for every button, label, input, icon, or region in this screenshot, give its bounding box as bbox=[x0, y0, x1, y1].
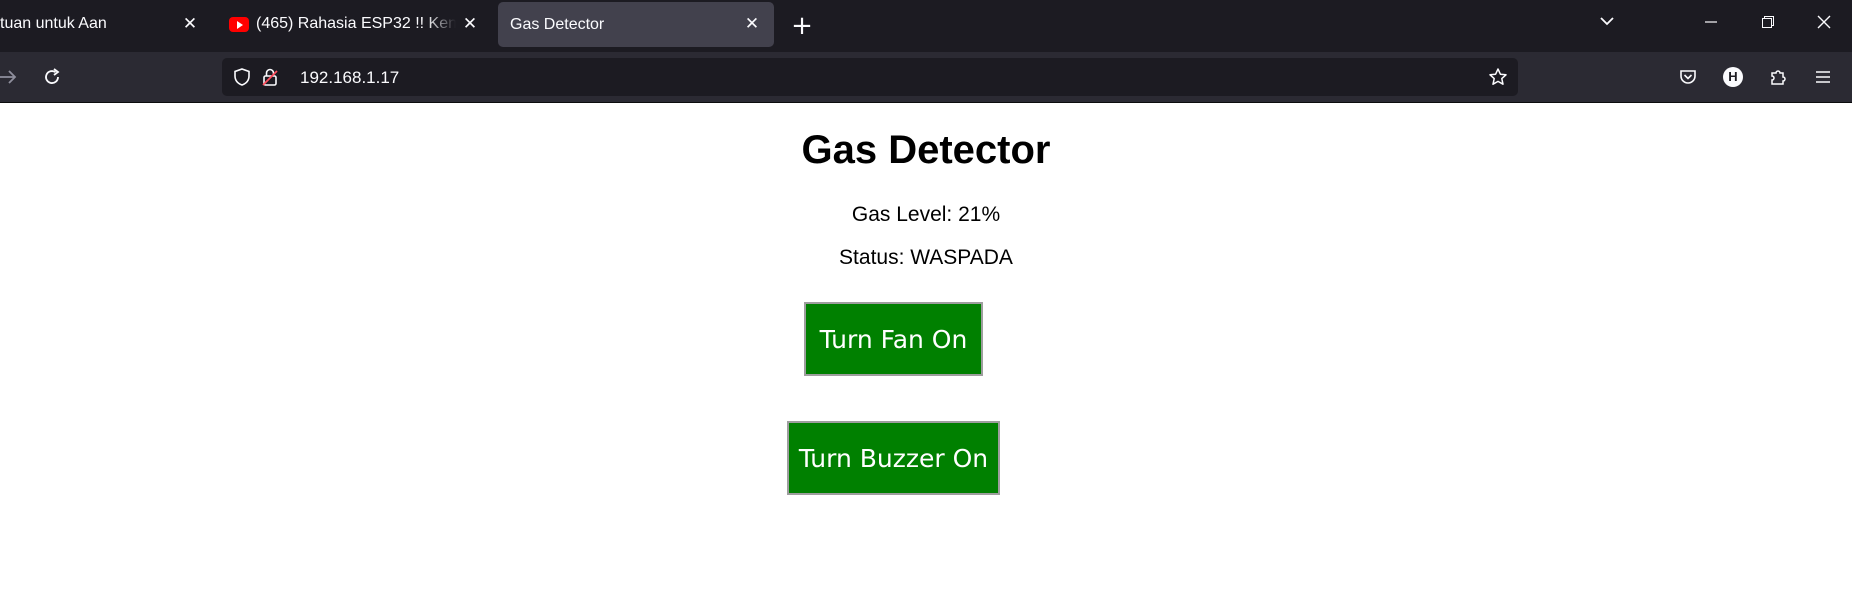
close-tab-icon[interactable]: ✕ bbox=[458, 12, 482, 36]
star-icon bbox=[1489, 68, 1507, 85]
page-content: Gas Detector Gas Level: 21% Status: WASP… bbox=[0, 103, 1852, 601]
minimize-icon bbox=[1705, 21, 1717, 23]
tab-inactive-2[interactable]: (465) Rahasia ESP32 !! Kendali LED ✕ bbox=[226, 0, 488, 48]
turn-fan-on-button[interactable]: Turn Fan On bbox=[804, 302, 983, 376]
puzzle-icon bbox=[1771, 70, 1786, 85]
tab-label: tuan untuk Aan bbox=[0, 15, 107, 32]
page-title: Gas Detector bbox=[801, 128, 1051, 172]
reload-icon[interactable] bbox=[38, 63, 66, 91]
shield-icon bbox=[234, 68, 250, 86]
tab-inactive-1[interactable]: tuan untuk Aan ✕ bbox=[0, 0, 210, 48]
minimize-window-icon[interactable] bbox=[1696, 12, 1726, 38]
close-window-icon[interactable] bbox=[1809, 12, 1839, 38]
hamburger-icon bbox=[1816, 71, 1830, 83]
restore-window-icon[interactable] bbox=[1753, 12, 1783, 38]
youtube-icon bbox=[229, 17, 249, 32]
tracking-protection-shield-icon[interactable] bbox=[228, 63, 256, 91]
close-icon bbox=[1817, 15, 1831, 29]
account-avatar-icon[interactable]: H bbox=[1719, 63, 1747, 91]
restore-icon bbox=[1762, 16, 1774, 28]
forward-arrow-icon[interactable] bbox=[0, 63, 22, 91]
avatar: H bbox=[1723, 67, 1743, 87]
close-tab-icon[interactable]: ✕ bbox=[740, 12, 764, 36]
tab-active[interactable]: Gas Detector ✕ bbox=[498, 2, 774, 47]
close-tab-icon[interactable]: ✕ bbox=[178, 12, 202, 36]
new-tab-plus-icon[interactable]: + bbox=[788, 13, 816, 41]
bookmark-star-icon[interactable] bbox=[1484, 63, 1512, 91]
forward-icon bbox=[0, 70, 17, 84]
tab-label: (465) Rahasia ESP32 !! Kendali LED bbox=[256, 15, 456, 32]
extensions-puzzle-icon[interactable] bbox=[1764, 63, 1792, 91]
url-text: 192.168.1.17 bbox=[300, 68, 400, 87]
list-all-tabs-chevron-icon[interactable] bbox=[1592, 12, 1622, 38]
reload-arrow-icon bbox=[45, 68, 60, 84]
insecure-lock-icon[interactable] bbox=[256, 63, 284, 91]
app-menu-hamburger-icon[interactable] bbox=[1809, 63, 1837, 91]
gas-level-text: Gas Level: 21% bbox=[851, 203, 1001, 226]
navigation-toolbar: 192.168.1.17 H bbox=[0, 52, 1852, 103]
turn-buzzer-on-button[interactable]: Turn Buzzer On bbox=[787, 421, 1000, 495]
tab-label: Gas Detector bbox=[510, 16, 605, 33]
pocket-save-icon bbox=[1680, 70, 1696, 84]
address-bar[interactable]: 192.168.1.17 bbox=[222, 58, 1518, 96]
status-text: Status: WASPADA bbox=[839, 246, 1013, 269]
tab-strip: tuan untuk Aan ✕ (465) Rahasia ESP32 !! … bbox=[0, 0, 1852, 52]
pocket-icon[interactable] bbox=[1674, 63, 1702, 91]
chevron-down-icon bbox=[1600, 17, 1614, 26]
lock-icon bbox=[262, 68, 278, 86]
